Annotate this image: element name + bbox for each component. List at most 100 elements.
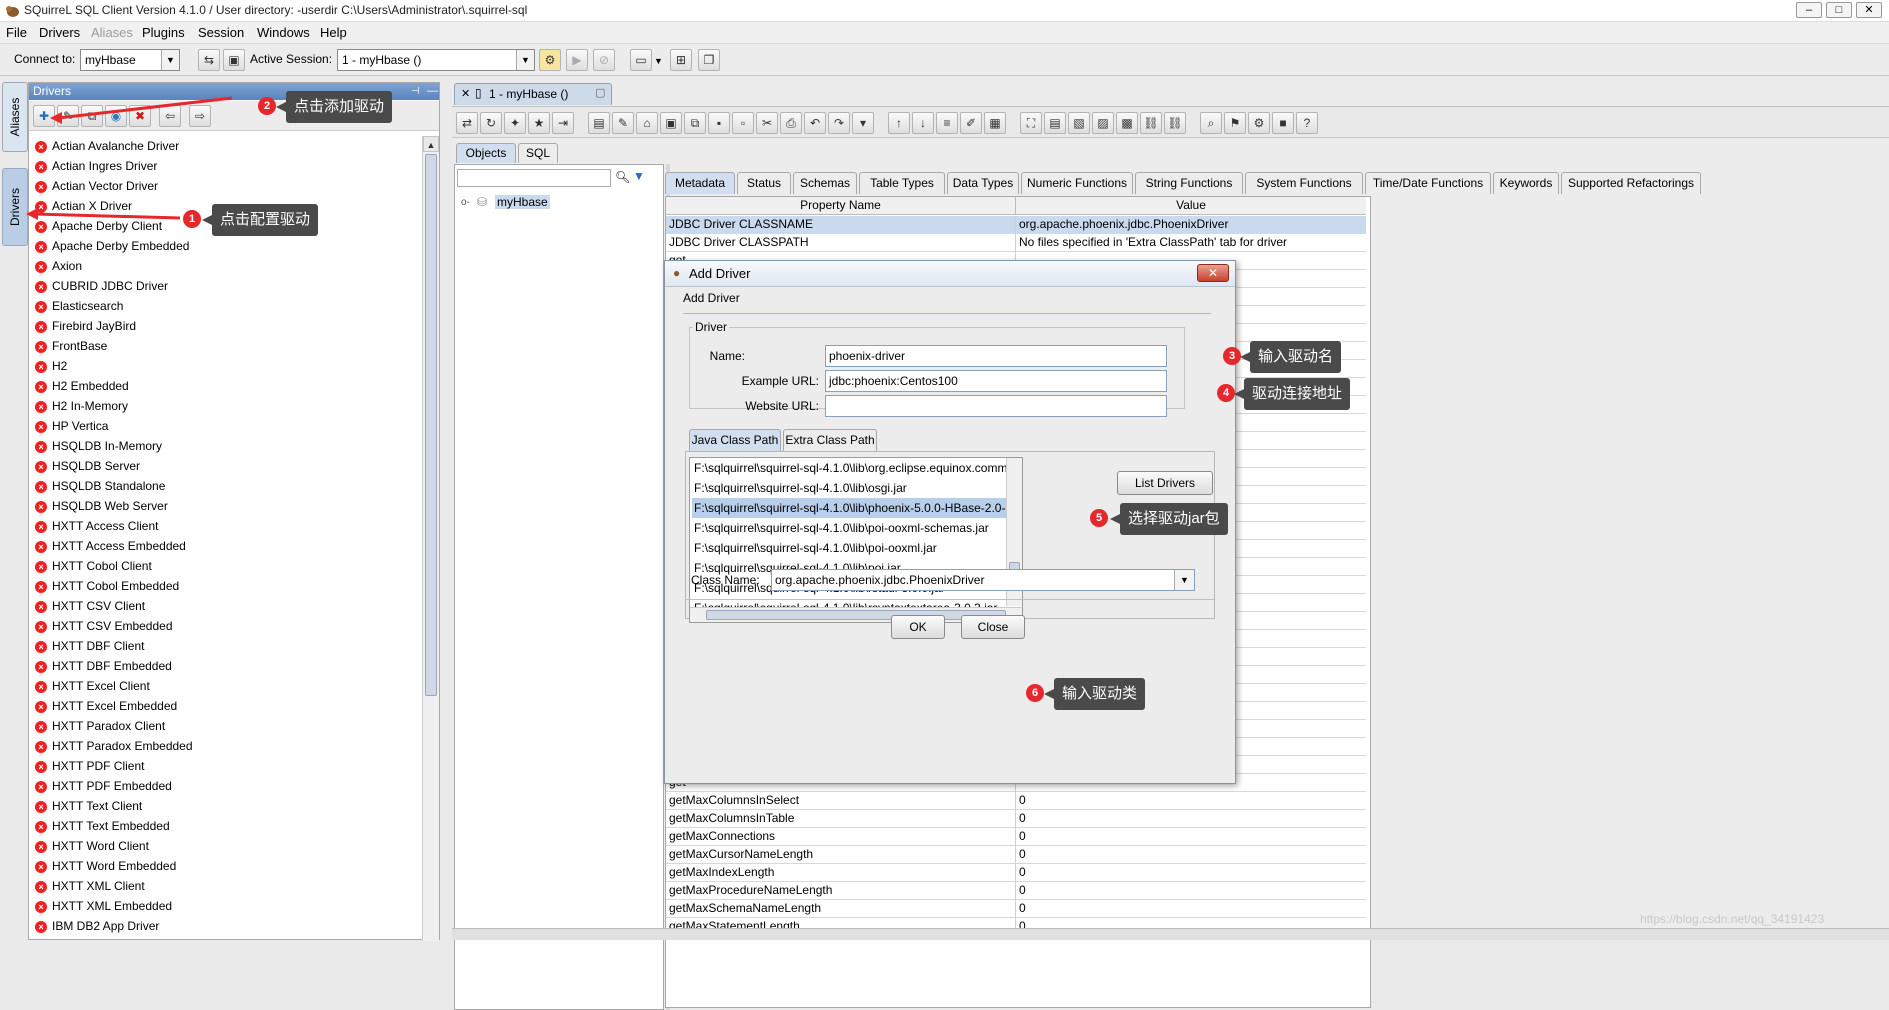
menu-aliases[interactable]: Aliases <box>91 25 133 40</box>
pen-icon[interactable]: ✐ <box>960 112 982 134</box>
run-icon[interactable]: ▶ <box>566 49 588 71</box>
close-tab-icon[interactable]: ✕ <box>461 87 470 100</box>
table-row[interactable]: getMaxProcedureNameLength 0 <box>666 882 1366 900</box>
driver-list-item[interactable]: × Axion <box>35 256 82 276</box>
link-icon[interactable]: ⛓ <box>1140 112 1162 134</box>
menu-help[interactable]: Help <box>320 25 347 40</box>
class-path-item[interactable]: F:\sqlquirrel\squirrel-sql-4.1.0\lib\poi… <box>692 518 989 538</box>
tab-metadata-1[interactable]: Status <box>737 172 791 194</box>
class-path-item[interactable]: F:\sqlquirrel\squirrel-sql-4.1.0\lib\osg… <box>692 478 907 498</box>
doc-icon[interactable]: ▤ <box>588 112 610 134</box>
grid-icon[interactable]: ▦ <box>984 112 1006 134</box>
scroll-up-icon[interactable]: ▲ <box>423 136 439 152</box>
window-icon[interactable]: ▭ <box>630 49 652 71</box>
driver-list-item[interactable]: × Actian Ingres Driver <box>35 156 157 176</box>
driver-list-item[interactable]: × Firebird JayBird <box>35 316 136 336</box>
dock-icon[interactable]: ⊣ <box>411 83 420 100</box>
driver-list-item[interactable]: × HXTT PDF Client <box>35 756 144 776</box>
cut-icon[interactable]: ✂ <box>756 112 778 134</box>
drivers-scrollbar[interactable]: ▲ <box>422 136 439 941</box>
tables-icon[interactable]: ▤ <box>1044 112 1066 134</box>
minimize-panel-icon[interactable]: — <box>427 83 438 100</box>
chevron-down-icon[interactable]: ▼ <box>1174 570 1194 590</box>
driver-list-item[interactable]: × HP Vertica <box>35 416 108 436</box>
class-name-input[interactable]: org.apache.phoenix.jdbc.PhoenixDriver ▼ <box>771 569 1195 591</box>
driver-list-item[interactable]: × HSQLDB Server <box>35 456 140 476</box>
table-row[interactable]: getMaxColumnsInSelect 0 <box>666 792 1366 810</box>
scroll-thumb[interactable] <box>425 154 437 696</box>
tree-search-input[interactable] <box>457 169 611 187</box>
session-properties-icon[interactable]: ⚙ <box>539 49 561 71</box>
bookmark-icon[interactable]: ⚑ <box>1224 112 1246 134</box>
connect-to-combo[interactable]: myHbase ▼ <box>80 49 180 71</box>
driver-list-item[interactable]: × HXTT Access Client <box>35 516 158 536</box>
driver-list-item[interactable]: × IBM DB2 App Driver <box>35 916 159 936</box>
driver-list-item[interactable]: × CUBRID JDBC Driver <box>35 276 168 296</box>
tree-icon[interactable]: ⛶ <box>1020 112 1042 134</box>
unlink-icon[interactable]: ⛓ <box>1164 112 1186 134</box>
driver-list-item[interactable]: × HSQLDB Standalone <box>35 476 165 496</box>
driver-list-item[interactable]: × HXTT Text Embedded <box>35 816 170 836</box>
copy-driver-icon[interactable]: ⧉ <box>81 105 103 127</box>
dropdown-icon[interactable]: ▾ <box>852 112 874 134</box>
tab-aliases[interactable]: Aliases <box>2 82 28 152</box>
menu-plugins[interactable]: Plugins <box>142 25 185 40</box>
search-icon[interactable]: 🔍︎ <box>615 170 630 184</box>
dialog-close-icon[interactable]: ✕ <box>1197 264 1229 282</box>
grid-header-property[interactable]: Property Name <box>666 197 1016 215</box>
chevron-down-icon[interactable]: ▼ <box>654 56 663 66</box>
up-icon[interactable]: ↑ <box>888 112 910 134</box>
driver-list-item[interactable]: × FrontBase <box>35 336 107 356</box>
menu-windows[interactable]: Windows <box>257 25 310 40</box>
open-icon[interactable]: ⌂ <box>636 112 658 134</box>
ok-button[interactable]: OK <box>891 615 945 639</box>
session-tab[interactable]: ✕ ▯ 1 - myHbase () ▢ <box>454 83 612 105</box>
tab-metadata-10[interactable]: Supported Refactorings <box>1561 172 1701 194</box>
table-edit-icon[interactable]: ▧ <box>1068 112 1090 134</box>
refresh-icon[interactable]: ↻ <box>480 112 502 134</box>
tab-metadata-3[interactable]: Table Types <box>859 172 945 194</box>
driver-list-item[interactable]: × Apache Derby Embedded <box>35 236 189 256</box>
driver-list-item[interactable]: × HXTT Word Client <box>35 836 149 856</box>
table-copy-icon[interactable]: ▨ <box>1092 112 1114 134</box>
print-icon[interactable]: ⎙ <box>780 112 802 134</box>
tab-metadata-0[interactable]: Metadata <box>665 172 735 194</box>
tab-objects[interactable]: Objects <box>456 143 516 163</box>
driver-list-item[interactable]: × H2 In-Memory <box>35 396 128 416</box>
tab-metadata-4[interactable]: Data Types <box>947 172 1019 194</box>
tab-metadata-2[interactable]: Schemas <box>793 172 857 194</box>
driver-list-item[interactable]: × HXTT CSV Client <box>35 596 145 616</box>
zoom-icon[interactable]: ⌕ <box>1200 112 1222 134</box>
driver-list-item[interactable]: × HXTT DBF Embedded <box>35 656 172 676</box>
table-row[interactable]: JDBC Driver CLASSNAME org.apache.phoenix.… <box>666 216 1366 234</box>
driver-list-item[interactable]: × Elasticsearch <box>35 296 123 316</box>
menu-drivers[interactable]: Drivers <box>39 25 80 40</box>
driver-list-item[interactable]: × Actian Vector Driver <box>35 176 158 196</box>
help-icon[interactable]: ? <box>1296 112 1318 134</box>
active-session-combo[interactable]: 1 - myHbase () ▼ <box>337 49 535 71</box>
tab-sql[interactable]: SQL <box>518 143 558 163</box>
driver-list-item[interactable]: × HXTT DBF Client <box>35 636 144 656</box>
driver-list-item[interactable]: × Apache Derby Client <box>35 216 162 236</box>
edit-driver-icon[interactable]: ✎ <box>57 105 79 127</box>
close-window-button[interactable]: ✕ <box>1856 2 1882 18</box>
driver-list-item[interactable]: × HXTT Text Client <box>35 796 142 816</box>
table-row[interactable]: getMaxConnections 0 <box>666 828 1366 846</box>
driver-list-item[interactable]: × HXTT CSV Embedded <box>35 616 173 636</box>
menu-file[interactable]: File <box>6 25 27 40</box>
class-path-item[interactable]: F:\sqlquirrel\squirrel-sql-4.1.0\lib\poi… <box>692 538 937 558</box>
driver-list-item[interactable]: × Actian X Driver <box>35 196 132 216</box>
driver-list-item[interactable]: × HXTT XML Embedded <box>35 896 172 916</box>
tab-metadata-5[interactable]: Numeric Functions <box>1021 172 1133 194</box>
table-row[interactable]: getMaxSchemaNameLength 0 <box>666 900 1366 918</box>
driver-list-item[interactable]: × HSQLDB In-Memory <box>35 436 162 456</box>
driver-list-item[interactable]: × HXTT Access Embedded <box>35 536 186 556</box>
undo-icon[interactable]: ↶ <box>804 112 826 134</box>
tile-icon[interactable]: ⊞ <box>670 49 692 71</box>
undock-icon[interactable]: ▢ <box>595 86 605 99</box>
tab-metadata-7[interactable]: System Functions <box>1245 172 1363 194</box>
driver-list-item[interactable]: × HXTT Excel Embedded <box>35 696 177 716</box>
menu-session[interactable]: Session <box>198 25 244 40</box>
driver-list-item[interactable]: × HXTT Cobol Client <box>35 556 152 576</box>
close-button[interactable]: Close <box>961 615 1025 639</box>
